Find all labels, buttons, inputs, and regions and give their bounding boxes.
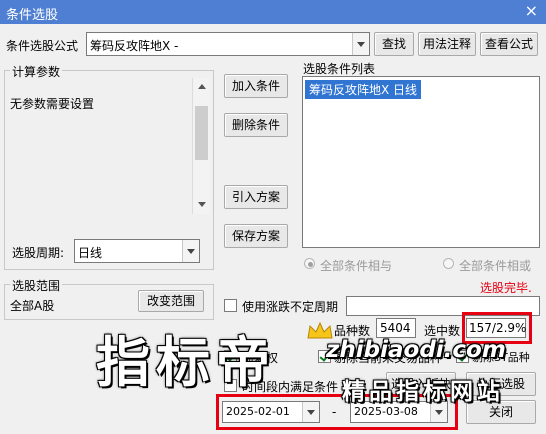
- condlist-label: 选股条件列表: [303, 62, 376, 76]
- end-date: 2025-03-08: [354, 405, 418, 418]
- range-legend: 选股范围: [10, 277, 63, 294]
- delete-condition-button[interactable]: 删除条件: [224, 113, 288, 137]
- params-scrollbar[interactable]: [192, 78, 210, 214]
- count-value: 5404: [380, 321, 411, 335]
- count-field: 5404: [376, 318, 416, 338]
- chevron-down-icon[interactable]: [302, 402, 319, 422]
- range-value: 全部A股: [10, 299, 55, 313]
- scroll-up-icon[interactable]: [198, 84, 206, 89]
- watermark-cn: 精品指标网站: [342, 379, 504, 405]
- or-label: 全部条件相或: [459, 259, 532, 273]
- and-radio[interactable]: [304, 258, 315, 269]
- scroll-thumb[interactable]: [195, 106, 208, 160]
- list-item[interactable]: 筹码反攻阵地X 日线: [305, 80, 422, 99]
- and-label: 全部条件相与: [320, 259, 393, 273]
- formula-select[interactable]: 筹码反攻阵地X -: [86, 32, 370, 56]
- period-label: 选股周期:: [12, 246, 65, 260]
- formula-label: 条件选股公式: [6, 39, 79, 53]
- params-legend: 计算参数: [10, 63, 63, 80]
- chevron-down-icon[interactable]: [352, 33, 369, 55]
- save-plan-button[interactable]: 保存方案: [224, 224, 288, 248]
- condition-list[interactable]: 筹码反攻阵地X 日线: [302, 76, 540, 248]
- or-radio[interactable]: [443, 258, 454, 269]
- nonfixed-label: 使用涨跌不定周期: [242, 300, 339, 314]
- date-separator: -: [332, 405, 337, 419]
- close-icon[interactable]: ×: [525, 1, 538, 20]
- import-plan-button[interactable]: 引入方案: [224, 185, 288, 209]
- params-text: 无参数需要设置: [10, 97, 95, 111]
- period-select[interactable]: 日线: [74, 239, 200, 263]
- watermark-site: zhibiaodi.com: [326, 337, 506, 363]
- nonfixed-checkbox[interactable]: [224, 299, 237, 312]
- formula-value: 筹码反攻阵地X -: [90, 39, 179, 53]
- chevron-down-icon[interactable]: [182, 240, 199, 262]
- find-button[interactable]: 查找: [374, 32, 414, 56]
- change-range-button[interactable]: 改变范围: [138, 290, 204, 312]
- status-text: 选股完毕.: [480, 281, 532, 295]
- title-bar: 条件选股 ×: [0, 0, 546, 24]
- start-date-picker[interactable]: 2025-02-01: [222, 401, 320, 423]
- start-date: 2025-02-01: [226, 405, 290, 418]
- scroll-down-icon[interactable]: [198, 202, 206, 207]
- view-formula-button[interactable]: 查看公式: [480, 32, 538, 56]
- period-value: 日线: [78, 246, 103, 260]
- add-condition-button[interactable]: 加入条件: [224, 74, 288, 98]
- usage-button[interactable]: 用法注释: [418, 32, 476, 56]
- watermark-big: 指标帝: [96, 331, 276, 394]
- window-title: 条件选股: [6, 8, 59, 23]
